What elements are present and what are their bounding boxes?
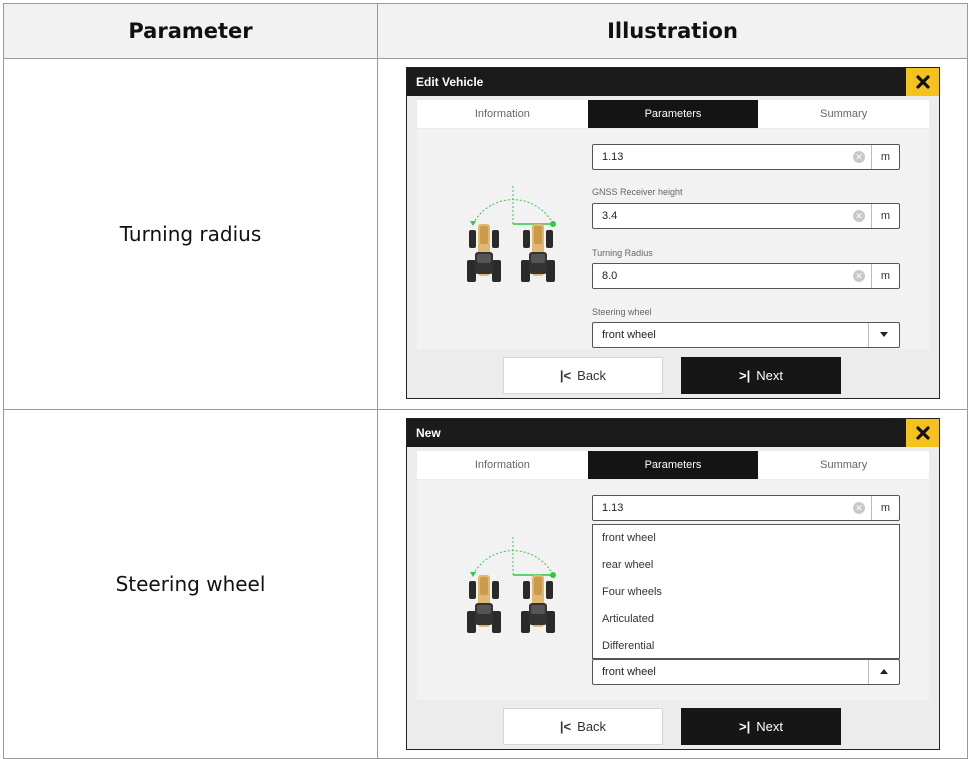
tractor-turning-radius-diagram bbox=[467, 537, 556, 633]
tab-information[interactable]: Information bbox=[417, 100, 588, 128]
clear-circle-icon[interactable]: ✕ bbox=[853, 151, 865, 163]
back-to-start-icon: |< bbox=[559, 368, 572, 383]
option-four-wheels[interactable]: Four wheels bbox=[593, 579, 899, 606]
back-label: Back bbox=[577, 719, 607, 734]
gnss-receiver-height-label: GNSS Receiver height bbox=[592, 187, 683, 197]
tab-parameters[interactable]: Parameters bbox=[587, 100, 759, 128]
parameters-panel: 1.13 ✕ m GNSS Receiver height 3.4 ✕ m Tu… bbox=[417, 129, 929, 349]
option-differential[interactable]: Differential bbox=[593, 633, 899, 660]
table-row: Steering wheel New Information Parameter… bbox=[3, 409, 968, 759]
option-articulated[interactable]: Articulated bbox=[593, 606, 899, 633]
field-value: 3.4 bbox=[602, 210, 618, 222]
clear-circle-icon[interactable]: ✕ bbox=[853, 270, 865, 282]
edit-vehicle-screen: Edit Vehicle Information Parameters Summ… bbox=[406, 67, 940, 399]
turning-radius-field[interactable]: 8.0 ✕ m bbox=[592, 263, 900, 289]
steering-wheel-select[interactable]: front wheel bbox=[592, 659, 900, 685]
next-label: Next bbox=[756, 368, 783, 383]
steering-wheel-label: Steering wheel bbox=[592, 307, 652, 317]
clear-circle-icon[interactable]: ✕ bbox=[853, 210, 865, 222]
tab-parameters[interactable]: Parameters bbox=[587, 451, 759, 479]
unit-label: m bbox=[871, 204, 899, 228]
parameters-panel: 1.13 ✕ m front wheel rear wheel Four whe… bbox=[417, 480, 929, 700]
next-to-end-icon: >| bbox=[739, 719, 751, 734]
tractor-turning-radius-diagram bbox=[467, 186, 556, 282]
unit-label: m bbox=[871, 264, 899, 288]
new-vehicle-screen: New Information Parameters Summary 1.13 … bbox=[406, 418, 940, 750]
parameter-column-header: Parameter bbox=[3, 3, 378, 59]
illustration-cell: New Information Parameters Summary 1.13 … bbox=[377, 409, 968, 759]
parameter-table: Parameter Illustration Turning radius Ed… bbox=[3, 3, 968, 759]
back-button[interactable]: |< Back bbox=[503, 708, 663, 745]
next-button[interactable]: >| Next bbox=[681, 708, 841, 745]
steering-wheel-select[interactable]: front wheel bbox=[592, 322, 900, 348]
unit-label: m bbox=[871, 145, 899, 169]
selected-value: front wheel bbox=[602, 329, 656, 341]
close-button[interactable] bbox=[906, 68, 939, 96]
close-button[interactable] bbox=[906, 419, 939, 447]
tab-bar: Information Parameters Summary bbox=[417, 100, 929, 128]
table-row: Turning radius Edit Vehicle Information … bbox=[3, 58, 968, 410]
back-button[interactable]: |< Back bbox=[503, 357, 663, 394]
illustration-column-header: Illustration bbox=[377, 3, 968, 59]
option-front-wheel[interactable]: front wheel bbox=[593, 525, 899, 552]
illustration-cell: Edit Vehicle Information Parameters Summ… bbox=[377, 58, 968, 410]
field-value: 8.0 bbox=[602, 270, 618, 282]
tab-summary[interactable]: Summary bbox=[758, 100, 929, 128]
next-button[interactable]: >| Next bbox=[681, 357, 841, 394]
front-value-field[interactable]: 1.13 ✕ m bbox=[592, 144, 900, 170]
tab-bar: Information Parameters Summary bbox=[417, 451, 929, 479]
option-rear-wheel[interactable]: rear wheel bbox=[593, 552, 899, 579]
window-title: Edit Vehicle bbox=[416, 75, 484, 89]
next-label: Next bbox=[756, 719, 783, 734]
clear-circle-icon[interactable]: ✕ bbox=[853, 502, 865, 514]
steering-wheel-options: front wheel rear wheel Four wheels Artic… bbox=[592, 524, 900, 659]
selected-value: front wheel bbox=[602, 666, 656, 678]
parameter-name: Turning radius bbox=[3, 58, 378, 410]
front-value-field[interactable]: 1.13 ✕ m bbox=[592, 495, 900, 521]
turning-radius-label: Turning Radius bbox=[592, 248, 653, 258]
field-value: 1.13 bbox=[602, 151, 624, 163]
gnss-receiver-height-field[interactable]: 3.4 ✕ m bbox=[592, 203, 900, 229]
tab-summary[interactable]: Summary bbox=[758, 451, 929, 479]
title-bar: Edit Vehicle bbox=[407, 68, 939, 96]
tab-information[interactable]: Information bbox=[417, 451, 588, 479]
window-title: New bbox=[416, 426, 441, 440]
field-value: 1.13 bbox=[602, 502, 624, 514]
next-to-end-icon: >| bbox=[739, 368, 751, 383]
caret-down-icon bbox=[868, 323, 899, 347]
title-bar: New bbox=[407, 419, 939, 447]
parameter-name: Steering wheel bbox=[3, 409, 378, 759]
close-x-icon bbox=[915, 75, 930, 89]
unit-label: m bbox=[871, 496, 899, 520]
close-x-icon bbox=[915, 426, 930, 440]
back-to-start-icon: |< bbox=[559, 719, 572, 734]
back-label: Back bbox=[577, 368, 607, 383]
caret-up-icon bbox=[868, 660, 899, 684]
